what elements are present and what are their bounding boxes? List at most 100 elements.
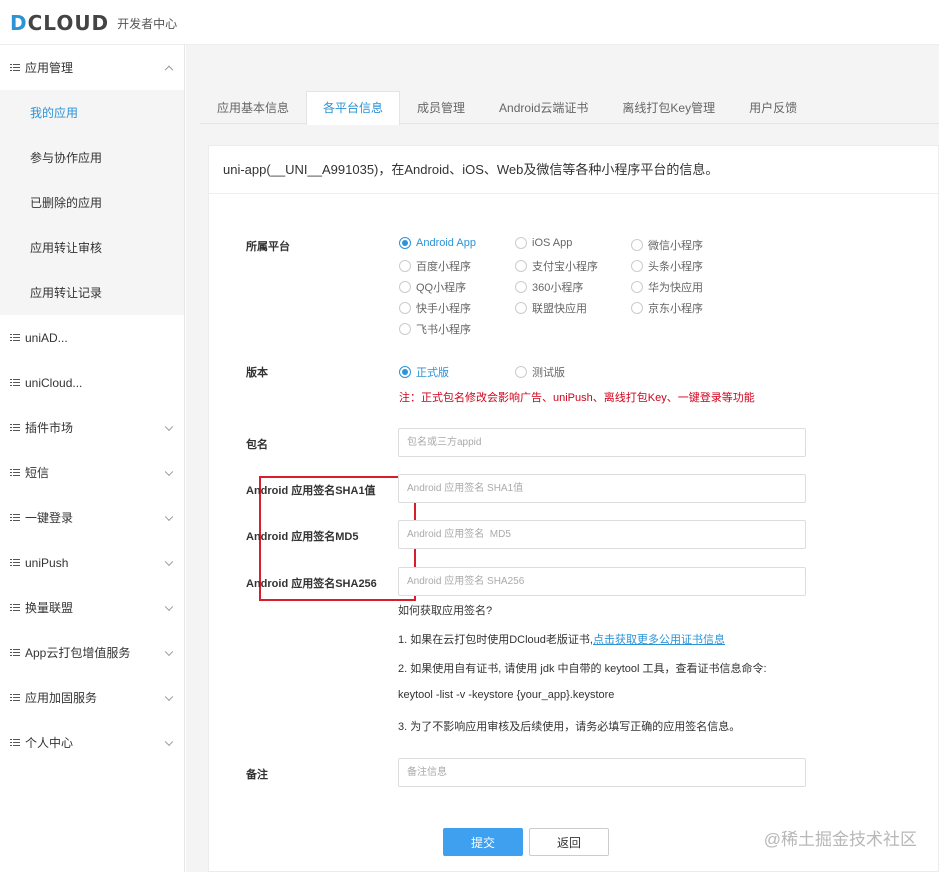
radio-label: 微信小程序 (648, 240, 703, 252)
radio-label: 京东小程序 (648, 303, 703, 315)
radio-label: 支付宝小程序 (532, 261, 598, 273)
radio-dot (399, 281, 411, 293)
sidebar-item-personal-center[interactable]: 个人中心 (0, 720, 184, 765)
radio-alipay-mp[interactable]: 支付宝小程序 (515, 258, 598, 274)
sha256-input[interactable] (398, 567, 806, 596)
sidebar-item-unicloud[interactable]: uniCloud... (0, 360, 184, 405)
list-icon (10, 333, 20, 342)
radio-label: 飞书小程序 (416, 324, 471, 336)
chevron-down-icon (164, 602, 174, 611)
radio-baidu-mp[interactable]: 百度小程序 (399, 258, 471, 274)
sha1-label: Android 应用签名SHA1值 (246, 485, 376, 497)
radio-dot (631, 281, 643, 293)
sidebar-subitem-my-apps[interactable]: 我的应用 (0, 90, 184, 135)
radio-dot (515, 260, 527, 272)
radio-qq-mp[interactable]: QQ小程序 (399, 279, 466, 295)
sidebar-subitem-transfer-records[interactable]: 应用转让记录 (0, 270, 184, 315)
tab-user-feedback[interactable]: 用户反馈 (732, 91, 814, 124)
submit-button[interactable]: 提交 (443, 828, 523, 856)
radio-test-version[interactable]: 测试版 (515, 364, 565, 380)
chevron-down-icon (164, 737, 174, 746)
chevron-down-icon (164, 422, 174, 431)
sidebar-item-plugin-market[interactable]: 插件市场 (0, 405, 184, 450)
sidebar-item-label: uniPush (25, 555, 69, 570)
sidebar-subitem-collab-apps[interactable]: 参与协作应用 (0, 135, 184, 180)
sidebar-item-uniad[interactable]: uniAD... (0, 315, 184, 360)
radio-dot (515, 281, 527, 293)
radio-label: 360小程序 (532, 282, 584, 294)
package-label: 包名 (246, 439, 268, 451)
radio-360-mp[interactable]: 360小程序 (515, 279, 583, 295)
md5-input[interactable] (398, 520, 806, 549)
radio-label: 头条小程序 (648, 261, 703, 273)
chevron-down-icon (164, 557, 174, 566)
panel-title: uni-app(__UNI__A991035)，在Android、iOS、Web… (209, 146, 939, 194)
sidebar-item-label: 应用加固服务 (25, 691, 98, 705)
list-icon (10, 558, 20, 567)
remark-input[interactable] (398, 758, 806, 787)
tab-offline-key[interactable]: 离线打包Key管理 (605, 91, 732, 124)
sidebar-item-app-management[interactable]: 应用管理 (0, 45, 184, 90)
radio-dot (631, 260, 643, 272)
sidebar-item-app-hardening[interactable]: 应用加固服务 (0, 675, 184, 720)
radio-kuaishou-mp[interactable]: 快手小程序 (399, 300, 471, 316)
sidebar-item-unipush[interactable]: uniPush (0, 540, 184, 585)
platform-info-panel: uni-app(__UNI__A991035)，在Android、iOS、Web… (208, 145, 939, 872)
chevron-down-icon (164, 467, 174, 476)
version-label: 版本 (246, 367, 268, 379)
radio-feishu-mp[interactable]: 飞书小程序 (399, 321, 471, 337)
radio-label: Android App (416, 237, 476, 249)
radio-union-quickapp[interactable]: 联盟快应用 (515, 300, 587, 316)
sha1-input[interactable] (398, 474, 806, 503)
tab-member-management[interactable]: 成员管理 (400, 91, 482, 124)
sidebar-item-label: App云打包增值服务 (25, 646, 131, 660)
help-step-1: 1. 如果在云打包时使用DCloud老版证书,点击获取更多公用证书信息 (398, 631, 725, 647)
radio-wechat-mp[interactable]: 微信小程序 (631, 237, 703, 253)
list-icon (10, 423, 20, 432)
radio-dot (515, 237, 527, 249)
radio-label: 测试版 (532, 367, 565, 379)
radio-huawei-quickapp[interactable]: 华为快应用 (631, 279, 703, 295)
radio-label: QQ小程序 (416, 282, 467, 294)
list-icon (10, 738, 20, 747)
help-keytool-command: keytool -list -v -keystore {your_app}.ke… (398, 689, 615, 701)
sidebar-item-label: 个人中心 (25, 736, 74, 750)
sidebar-subitem-transfer-review[interactable]: 应用转让审核 (0, 225, 184, 270)
radio-jd-mp[interactable]: 京东小程序 (631, 300, 703, 316)
md5-label: Android 应用签名MD5 (246, 531, 359, 543)
app-management-submenu: 我的应用 参与协作应用 已删除的应用 应用转让审核 应用转让记录 (0, 90, 184, 315)
tab-android-cloud-cert[interactable]: Android云端证书 (482, 91, 605, 124)
logo-rest: CLOUD (27, 11, 110, 35)
chevron-down-icon (164, 512, 174, 521)
sidebar-subitem-deleted-apps[interactable]: 已删除的应用 (0, 180, 184, 225)
radio-dot (631, 239, 643, 251)
radio-ios-app[interactable]: iOS App (515, 237, 572, 249)
chevron-down-icon (164, 692, 174, 701)
public-cert-info-link[interactable]: 点击获取更多公用证书信息 (593, 634, 725, 646)
list-icon (10, 513, 20, 522)
help-title: 如何获取应用签名? (398, 605, 493, 617)
radio-android-app[interactable]: Android App (399, 237, 476, 249)
sidebar-item-traffic-exchange[interactable]: 换量联盟 (0, 585, 184, 630)
sidebar-item-label: 换量联盟 (25, 601, 74, 615)
sidebar-item-one-click-login[interactable]: 一键登录 (0, 495, 184, 540)
radio-dot (631, 302, 643, 314)
sidebar-item-label: 一键登录 (25, 511, 74, 525)
chevron-up-icon (164, 65, 174, 74)
radio-label: 联盟快应用 (532, 303, 587, 315)
radio-label: 华为快应用 (648, 282, 703, 294)
back-button[interactable]: 返回 (529, 828, 609, 856)
logo-subtitle: 开发者中心 (117, 16, 178, 31)
dcloud-logo[interactable]: DCLOUD 开发者中心 (10, 11, 177, 35)
radio-toutiao-mp[interactable]: 头条小程序 (631, 258, 703, 274)
package-input[interactable] (398, 428, 806, 457)
chevron-down-icon (164, 647, 174, 656)
tab-basic-info[interactable]: 应用基本信息 (200, 91, 306, 124)
tab-platform-info[interactable]: 各平台信息 (306, 91, 401, 125)
sidebar-item-sms[interactable]: 短信 (0, 450, 184, 495)
list-icon (10, 63, 20, 72)
logo-text: DCLOUD (10, 11, 109, 35)
sidebar-item-cloud-build-services[interactable]: App云打包增值服务 (0, 630, 184, 675)
radio-release-version[interactable]: 正式版 (399, 364, 449, 380)
radio-dot (399, 323, 411, 335)
